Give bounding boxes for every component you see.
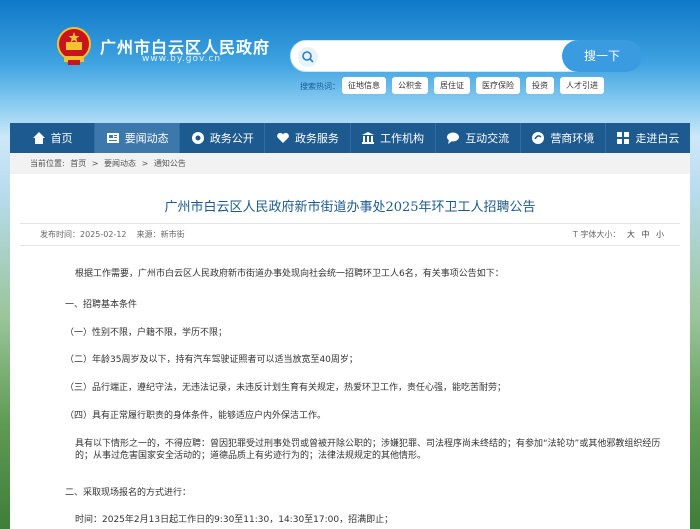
paragraph: 时间：2025年2月13日起工作日的9:30至11:30，14:30至17:00… bbox=[75, 515, 394, 525]
breadcrumb-prefix: 当前位置: bbox=[30, 159, 65, 168]
hot-tag[interactable]: 人才引进 bbox=[560, 77, 604, 94]
site-header: 广州市白云区人民政府 www.by.gov.cn 搜一下 搜索热词： 征地信息 … bbox=[0, 0, 700, 122]
font-size-control: T 字体大小： 大 中 小 bbox=[573, 224, 664, 245]
nav-item-label: 走进白云 bbox=[635, 132, 680, 145]
nav-item-label: 工作机构 bbox=[380, 132, 425, 145]
business-icon bbox=[531, 131, 545, 145]
nav-item-label: 要闻动态 bbox=[124, 132, 169, 145]
nav-item-services[interactable]: 政务服务 bbox=[265, 123, 351, 153]
search-button[interactable]: 搜一下 bbox=[562, 40, 642, 72]
publish-info: 发布时间：2025-02-12 来源：新市街 bbox=[40, 224, 185, 245]
nav-item-about[interactable]: 走进白云 bbox=[606, 123, 690, 153]
paragraph: 具有以下情形之一的，不得应聘：曾因犯罪受过刑事处罚或曾被开除公职的；涉嫌犯罪、司… bbox=[75, 439, 661, 461]
source-label: 来源： bbox=[136, 230, 161, 239]
grid-icon bbox=[616, 131, 630, 145]
nav-item-label: 政务服务 bbox=[294, 132, 339, 145]
article-meta: 发布时间：2025-02-12 来源：新市街 T 字体大小： 大 中 小 bbox=[20, 223, 680, 246]
hot-tag[interactable]: 公积金 bbox=[392, 77, 428, 94]
main-nav: 首页 要闻动态 政务公开 政务服务 工作机构 互动交流 营商环境 走进白云 bbox=[10, 123, 690, 153]
hot-tag[interactable]: 投资 bbox=[526, 77, 554, 94]
building-icon bbox=[361, 131, 375, 145]
paragraph: 根据工作需要，广州市白云区人民政府新市街道办事处现向社会统一招聘环卫工人6名，有… bbox=[75, 269, 504, 279]
section-heading: 二、采取现场报名的方式进行： bbox=[65, 488, 192, 498]
nav-item-label: 首页 bbox=[50, 132, 73, 145]
breadcrumb-item-news[interactable]: 要闻动态 bbox=[104, 159, 136, 168]
breadcrumb-separator: > bbox=[141, 159, 149, 168]
breadcrumb-item-home[interactable]: 首页 bbox=[70, 159, 86, 168]
site-url: www.by.gov.cn bbox=[142, 54, 222, 64]
article-panel: 当前位置: 首页 > 要闻动态 > 通知公告 广州市白云区人民政府新市街道办事处… bbox=[10, 153, 690, 529]
paragraph: （四）具有正常履行职责的身体条件，能够适应户内外保洁工作。 bbox=[65, 411, 327, 421]
nav-item-business[interactable]: 营商环境 bbox=[521, 123, 606, 153]
breadcrumb-item-notices[interactable]: 通知公告 bbox=[154, 159, 186, 168]
font-size-medium[interactable]: 中 bbox=[641, 230, 649, 239]
chat-icon bbox=[446, 131, 460, 145]
paragraph: （一）性别不限，户籍不限，学历不限； bbox=[65, 328, 228, 338]
nav-item-agencies[interactable]: 工作机构 bbox=[351, 123, 436, 153]
nav-item-home[interactable]: 首页 bbox=[10, 123, 96, 153]
breadcrumb: 当前位置: 首页 > 要闻动态 > 通知公告 bbox=[10, 153, 690, 174]
nav-item-label: 互动交流 bbox=[465, 132, 510, 145]
font-size-large[interactable]: 大 bbox=[627, 230, 635, 239]
article-title: 广州市白云区人民政府新市街道办事处2025年环卫工人招聘公告 bbox=[164, 200, 536, 215]
publish-label: 发布时间： bbox=[40, 230, 80, 239]
nav-item-disclosure[interactable]: 政务公开 bbox=[180, 123, 266, 153]
breadcrumb-separator: > bbox=[91, 159, 99, 168]
news-icon bbox=[106, 131, 120, 145]
heart-icon bbox=[276, 131, 290, 145]
source-value: 新市街 bbox=[160, 230, 185, 239]
section-heading: 一、招聘基本条件 bbox=[65, 300, 138, 310]
hot-tag[interactable]: 居住证 bbox=[434, 77, 470, 94]
disclosure-icon bbox=[191, 131, 205, 145]
nav-item-label: 营商环境 bbox=[550, 132, 595, 145]
publish-date: 2025-02-12 bbox=[80, 230, 127, 239]
national-emblem-icon[interactable] bbox=[56, 26, 92, 66]
paragraph: （三）品行端正，遵纪守法，无违法记录，未违反计划生育有关规定，热爱环卫工作，责任… bbox=[65, 383, 507, 393]
font-size-small[interactable]: 小 bbox=[656, 230, 664, 239]
home-icon bbox=[32, 131, 46, 145]
search-input[interactable] bbox=[323, 47, 543, 67]
nav-item-interaction[interactable]: 互动交流 bbox=[436, 123, 521, 153]
nav-item-label: 政务公开 bbox=[209, 132, 254, 145]
hot-search-tags: 征地信息 公积金 居住证 医疗保险 投资 人才引进 bbox=[342, 77, 610, 94]
search-icon bbox=[297, 46, 319, 68]
hot-search-label: 搜索热词： bbox=[300, 82, 340, 91]
hot-tag[interactable]: 征地信息 bbox=[342, 77, 386, 94]
font-size-label: 字体大小： bbox=[580, 230, 621, 239]
hot-tag[interactable]: 医疗保险 bbox=[476, 77, 520, 94]
paragraph: （二）年龄35周岁及以下，持有汽车驾驶证照者可以适当放宽至40周岁； bbox=[65, 355, 358, 365]
nav-item-news[interactable]: 要闻动态 bbox=[95, 123, 181, 153]
